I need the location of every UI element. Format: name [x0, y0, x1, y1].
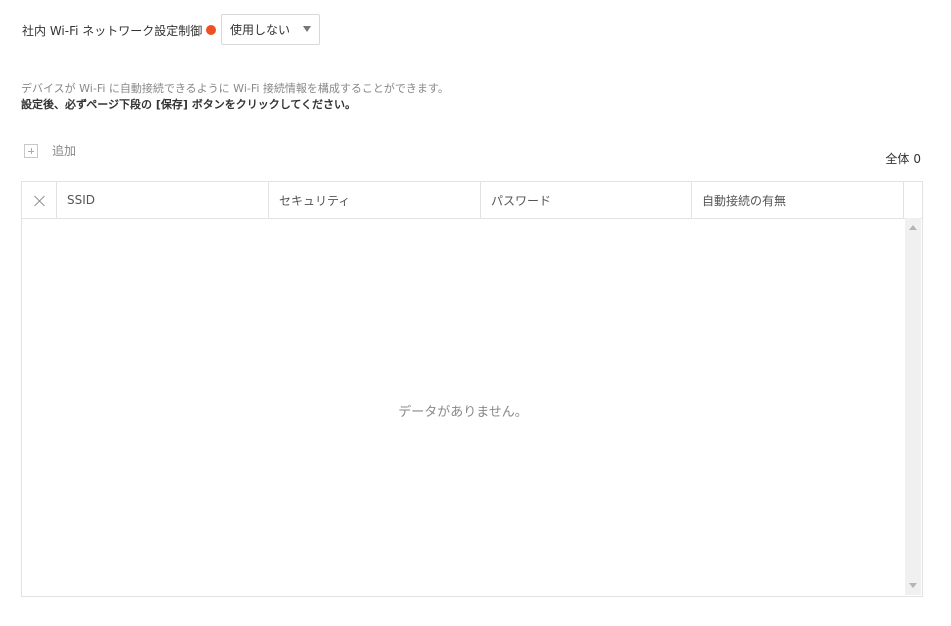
wifi-setting-label: 社内 Wi-Fi ネットワーク設定制御 — [22, 23, 203, 38]
column-header-security[interactable]: セキュリティ — [269, 182, 481, 218]
column-header-password[interactable]: パスワード — [481, 182, 692, 218]
scroll-down-icon[interactable] — [909, 583, 917, 588]
save-instruction-text: 設定後、必ずページ下段の [保存] ボタンをクリックしてください。 — [21, 98, 357, 111]
wifi-table: SSID セキュリティ パスワード 自動接続の有無 データがありません。 — [21, 181, 923, 597]
header-delete-cell[interactable] — [22, 182, 57, 218]
total-label: 全体 — [885, 152, 910, 166]
total-count-value: 0 — [913, 152, 921, 166]
table-header: SSID セキュリティ パスワード 自動接続の有無 — [22, 182, 922, 219]
scroll-up-icon[interactable] — [909, 225, 917, 230]
close-icon[interactable] — [34, 195, 45, 206]
total-count: 全体 0 — [885, 150, 921, 167]
add-button[interactable]: 追加 — [24, 142, 76, 159]
column-header-ssid[interactable]: SSID — [57, 182, 269, 218]
description-text: デバイスが Wi-Fi に自動接続できるように Wi-Fi 接続情報を構成するこ… — [21, 82, 449, 95]
wifi-usage-select[interactable]: 使用しない — [221, 14, 320, 45]
chevron-down-icon — [303, 26, 311, 32]
column-header-spacer — [904, 182, 922, 218]
empty-message: データがありません。 — [398, 405, 528, 420]
plus-icon — [24, 143, 38, 158]
column-header-auto-connect[interactable]: 自動接続の有無 — [692, 182, 904, 218]
wifi-setting-row: 社内 Wi-Fi ネットワーク設定制御 — [22, 14, 217, 46]
wifi-usage-select-value: 使用しない — [230, 23, 291, 37]
required-indicator-icon — [206, 25, 217, 35]
table-scrollbar[interactable] — [905, 218, 921, 595]
add-button-label: 追加 — [52, 144, 77, 158]
